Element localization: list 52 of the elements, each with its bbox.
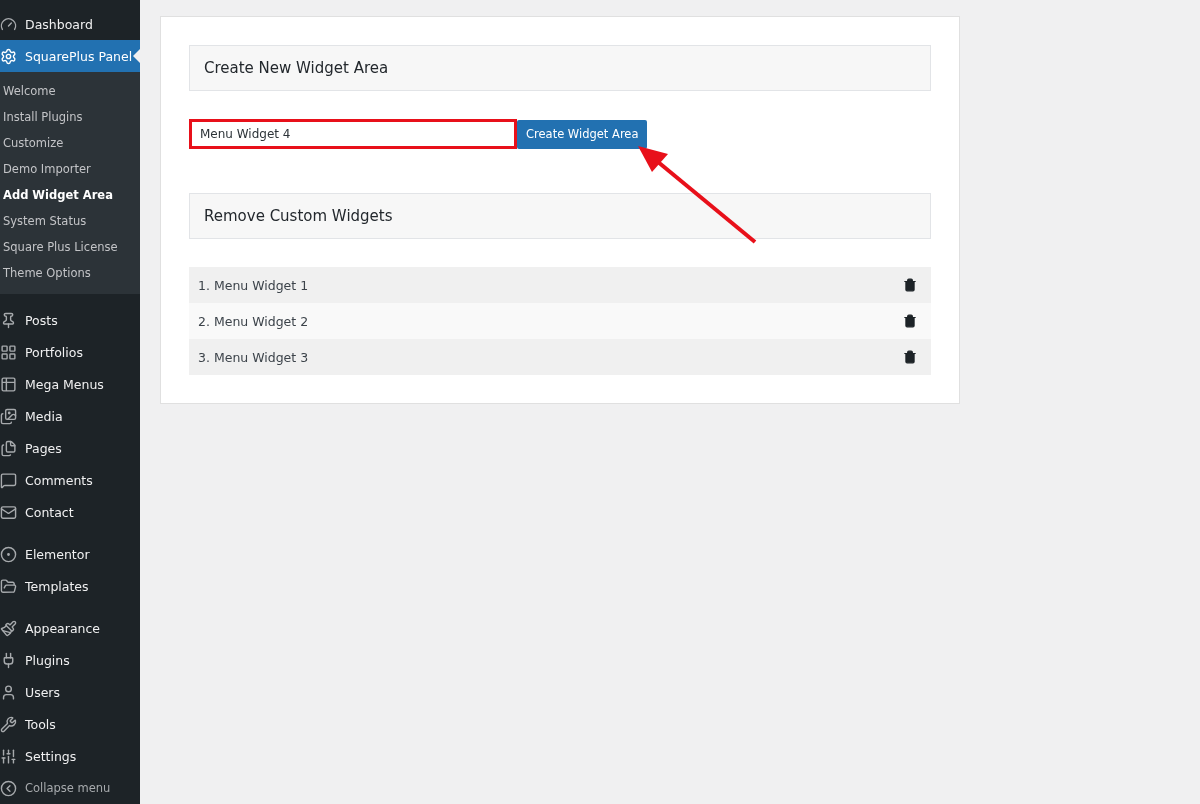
menu-item[interactable]: Pages (0, 432, 140, 464)
widget-name-input[interactable]: Menu Widget 4 (189, 119, 517, 149)
submenu-item[interactable]: System Status (0, 208, 140, 234)
submenu-item[interactable]: Welcome (0, 78, 140, 104)
sliders-icon (0, 747, 17, 765)
trash-icon[interactable] (903, 278, 917, 292)
trash-icon[interactable] (903, 350, 917, 364)
active-pointer-icon (133, 49, 140, 63)
images-icon (0, 407, 17, 425)
comment-icon (0, 471, 17, 489)
circle-icon (0, 545, 17, 563)
menu-item[interactable]: Elementor (0, 538, 140, 570)
submenu-item[interactable]: Add Widget Area (0, 182, 140, 208)
menu-item[interactable]: Settings (0, 740, 140, 772)
widget-name: 2. Menu Widget 2 (198, 313, 309, 329)
widget-name: 1. Menu Widget 1 (198, 277, 309, 293)
menu-item[interactable]: Users (0, 676, 140, 708)
menu-item[interactable]: SquarePlus Panel (0, 40, 140, 72)
submenu-item[interactable]: Demo Importer (0, 156, 140, 182)
pages-icon (0, 439, 17, 457)
menu-item[interactable]: Plugins (0, 644, 140, 676)
user-icon (0, 683, 17, 701)
menu-item[interactable]: Comments (0, 464, 140, 496)
menu-item[interactable]: Dashboard (0, 8, 140, 40)
folder-icon (0, 577, 17, 595)
table-icon (0, 375, 17, 393)
menu-item[interactable]: Appearance (0, 612, 140, 644)
paintbrush-icon (0, 619, 17, 637)
menu-item[interactable]: Posts (0, 304, 140, 336)
widget-name: 3. Menu Widget 3 (198, 349, 309, 365)
create-widget-area-button[interactable]: Create Widget Area (517, 119, 648, 149)
trash-icon[interactable] (903, 314, 917, 328)
menu-item[interactable]: Tools (0, 708, 140, 740)
submenu-item[interactable]: Theme Options (0, 260, 140, 286)
menu-item[interactable]: Templates (0, 570, 140, 602)
menu-item[interactable]: Portfolios (0, 336, 140, 368)
section-heading: Remove Custom Widgets (189, 193, 931, 239)
collapse-icon (0, 779, 17, 797)
gear-icon (0, 47, 17, 65)
submenu-item[interactable]: Square Plus License (0, 234, 140, 260)
gauge-icon (0, 15, 17, 33)
collapse-menu-button[interactable]: Collapse menu (0, 772, 140, 804)
submenu-item[interactable]: Install Plugins (0, 104, 140, 130)
section-heading: Create New Widget Area (189, 45, 931, 91)
menu-item[interactable]: Media (0, 400, 140, 432)
grid-icon (0, 343, 17, 361)
mail-icon (0, 503, 17, 521)
menu-item[interactable]: Contact (0, 496, 140, 528)
menu-item[interactable]: Mega Menus (0, 368, 140, 400)
wrench-icon (0, 715, 17, 733)
pin-icon (0, 311, 17, 329)
submenu-item[interactable]: Customize (0, 130, 140, 156)
